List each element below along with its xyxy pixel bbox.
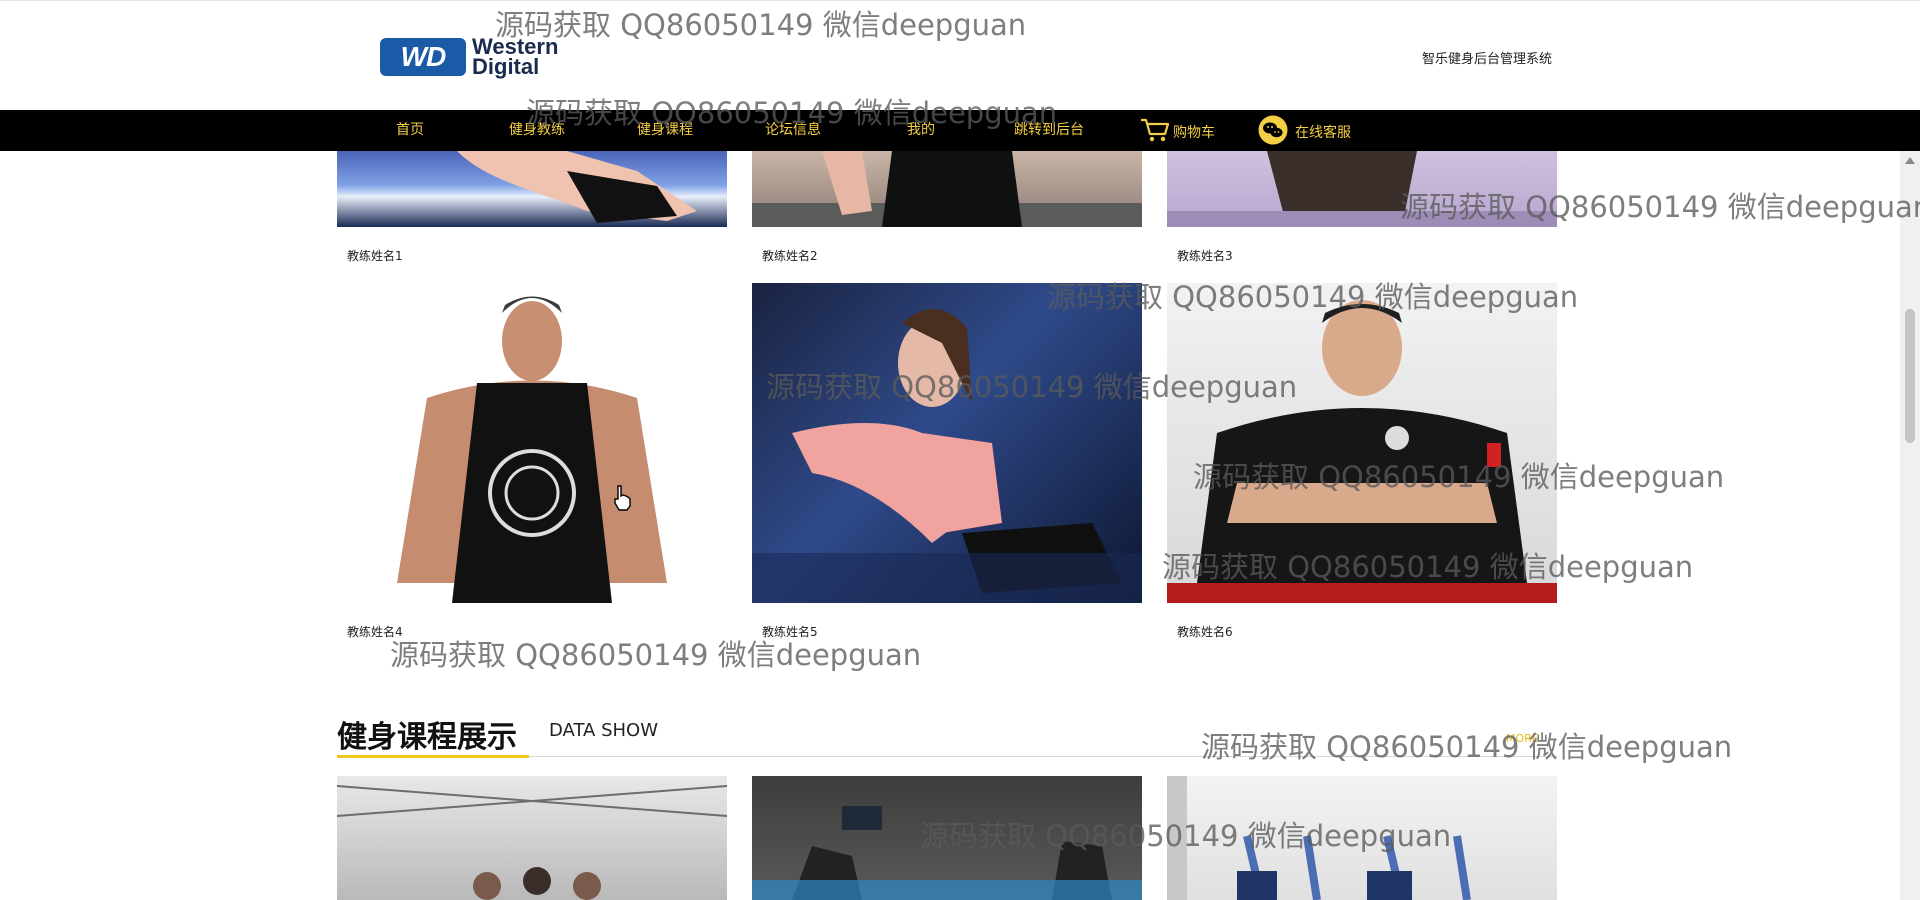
course-photo-art bbox=[1167, 776, 1471, 900]
course-photo-art bbox=[337, 785, 727, 900]
courses-section-subtitle: DATA SHOW bbox=[549, 720, 659, 741]
coach-photo[interactable] bbox=[1167, 283, 1557, 603]
top-header: WD Western Digital 智乐健身后台管理系统 bbox=[0, 0, 1920, 111]
coach-name[interactable]: 教练姓名3 bbox=[1177, 247, 1233, 264]
cart-label: 购物车 bbox=[1173, 125, 1215, 141]
coach-photo-art bbox=[1167, 300, 1557, 603]
wd-logo[interactable]: WD Western Digital bbox=[380, 36, 558, 79]
coach-name[interactable]: 教练姓名4 bbox=[347, 623, 403, 640]
course-photo[interactable] bbox=[752, 776, 1142, 900]
coach-photo-art bbox=[752, 151, 1142, 227]
logo-text: Western Digital bbox=[472, 36, 558, 79]
course-card[interactable] bbox=[337, 776, 727, 900]
coach-card[interactable]: 教练姓名6 bbox=[1167, 283, 1557, 643]
wechat-icon bbox=[1258, 115, 1288, 145]
coach-card[interactable]: 教练姓名2 bbox=[752, 151, 1142, 271]
service-label: 在线客服 bbox=[1295, 125, 1351, 141]
cart-icon bbox=[1141, 118, 1170, 142]
section-title-underline bbox=[337, 755, 529, 758]
nav-item-forum[interactable]: 论坛信息 bbox=[765, 110, 821, 151]
coach-card[interactable]: 教练姓名3 bbox=[1167, 151, 1557, 271]
coach-name[interactable]: 教练姓名6 bbox=[1177, 623, 1233, 640]
coach-photo-art bbox=[457, 151, 697, 223]
scroll-thumb[interactable] bbox=[1905, 309, 1915, 443]
coach-name[interactable]: 教练姓名5 bbox=[762, 623, 818, 640]
nav-item-home[interactable]: 首页 bbox=[396, 110, 424, 151]
courses-section-title: 健身课程展示 bbox=[337, 720, 517, 755]
coach-photo-art bbox=[397, 296, 667, 603]
main-nav: 首页 健身教练 健身课程 论坛信息 我的 跳转到后台 购物车 在线客服 bbox=[0, 110, 1920, 151]
coach-photo[interactable] bbox=[337, 151, 727, 227]
coach-photo-art bbox=[1167, 151, 1557, 227]
nav-item-courses[interactable]: 健身课程 bbox=[637, 110, 693, 151]
coach-name[interactable]: 教练姓名1 bbox=[347, 247, 403, 264]
nav-item-coaches[interactable]: 健身教练 bbox=[509, 110, 565, 151]
page-scrollbar[interactable] bbox=[1900, 151, 1920, 900]
coach-photo[interactable] bbox=[1167, 151, 1557, 227]
coach-name[interactable]: 教练姓名2 bbox=[762, 247, 818, 264]
coach-photo[interactable] bbox=[752, 151, 1142, 227]
admin-system-link[interactable]: 智乐健身后台管理系统 bbox=[1422, 48, 1552, 67]
logo-line2: Digital bbox=[472, 54, 540, 79]
course-card[interactable] bbox=[752, 776, 1142, 900]
coach-photo[interactable] bbox=[752, 283, 1142, 603]
logo-badge: WD bbox=[380, 38, 466, 76]
course-photo[interactable] bbox=[337, 776, 727, 900]
course-photo[interactable] bbox=[1167, 776, 1557, 900]
hand-cursor-icon bbox=[614, 485, 631, 511]
course-card[interactable] bbox=[1167, 776, 1557, 900]
nav-item-backend[interactable]: 跳转到后台 bbox=[1014, 110, 1084, 151]
course-photo-art bbox=[752, 806, 1142, 900]
more-link[interactable]: MORE bbox=[1506, 732, 1539, 745]
coach-photo[interactable] bbox=[337, 283, 727, 603]
nav-item-mine[interactable]: 我的 bbox=[907, 110, 935, 151]
coach-photo-art bbox=[752, 309, 1142, 603]
coach-card[interactable]: 教练姓名4 bbox=[337, 283, 727, 643]
scroll-up-arrow-icon[interactable] bbox=[1905, 157, 1915, 164]
coach-card[interactable]: 教练姓名1 bbox=[337, 151, 727, 271]
coach-card[interactable]: 教练姓名5 bbox=[752, 283, 1142, 643]
